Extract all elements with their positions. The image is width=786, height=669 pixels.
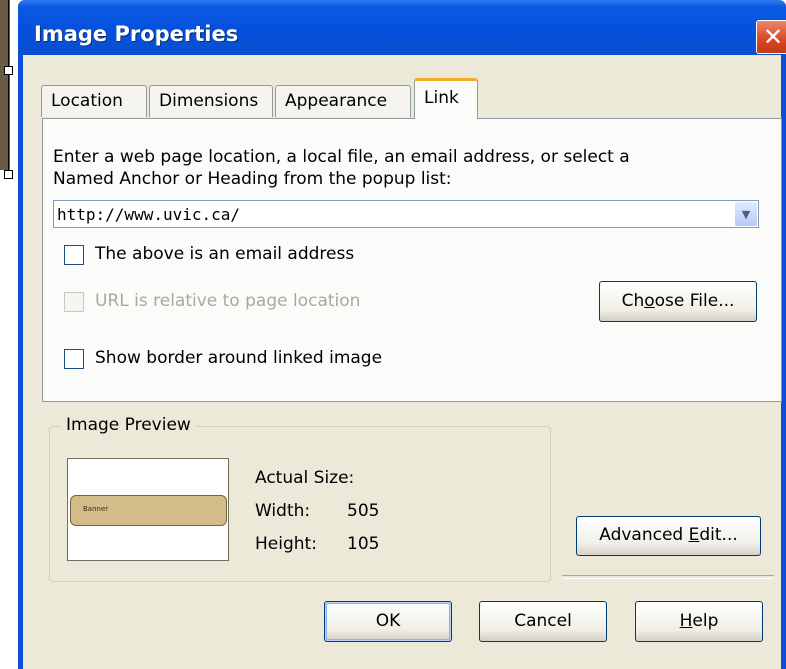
- document-background: [0, 0, 20, 669]
- show-border-label[interactable]: Show border around linked image: [95, 348, 382, 368]
- choose-file-mnemonic: o: [644, 291, 655, 311]
- advanced-edit-label-prefix: Advanced: [599, 525, 689, 545]
- url-relative-checkbox: [64, 292, 84, 312]
- selection-outline: [8, 0, 9, 175]
- link-url-combobox[interactable]: http://www.uvic.ca/ ▼: [53, 200, 759, 228]
- dialog-title: Image Properties: [34, 22, 239, 46]
- dialog-body: Location Dimensions Appearance Link Ente…: [23, 55, 782, 669]
- instruction-text-line2: Named Anchor or Heading from the popup l…: [53, 169, 452, 189]
- tab-location[interactable]: Location: [41, 85, 147, 117]
- tab-appearance[interactable]: Appearance: [275, 85, 411, 117]
- show-border-checkbox[interactable]: [64, 349, 84, 369]
- close-icon[interactable]: ✕: [757, 21, 786, 53]
- advanced-edit-mnemonic: E: [688, 525, 700, 545]
- email-address-label[interactable]: The above is an email address: [95, 244, 354, 264]
- choose-file-button[interactable]: Choose File...: [599, 281, 757, 322]
- close-button[interactable]: ✕: [756, 20, 786, 54]
- url-dropdown-button[interactable]: ▼: [735, 202, 757, 226]
- width-value: 505: [347, 501, 380, 521]
- separator: [562, 575, 774, 579]
- advanced-edit-label-suffix: dit...: [699, 525, 738, 545]
- dropdown-arrow-icon: ▼: [741, 207, 751, 221]
- instruction-text-line1: Enter a web page location, a local file,…: [53, 147, 630, 167]
- image-preview-label: Image Preview: [61, 415, 196, 435]
- tab-link[interactable]: Link: [414, 78, 478, 119]
- height-label: Height:: [255, 534, 317, 554]
- choose-file-label-prefix: Ch: [621, 291, 645, 311]
- choose-file-label-suffix: ose File...: [654, 291, 735, 311]
- actual-size-label: Actual Size:: [255, 468, 355, 488]
- help-button[interactable]: Help: [635, 601, 763, 642]
- help-mnemonic: H: [679, 611, 693, 631]
- ok-button[interactable]: OK: [324, 601, 452, 642]
- preview-image-text: Banner: [83, 505, 109, 513]
- advanced-edit-button[interactable]: Advanced Edit...: [576, 516, 761, 556]
- image-properties-dialog: Image Properties ✕ Location Dimensions A…: [18, 0, 786, 669]
- image-preview-thumbnail: Banner: [70, 495, 227, 526]
- resize-handle[interactable]: [4, 170, 13, 179]
- help-label-suffix: elp: [692, 611, 719, 631]
- cancel-button[interactable]: Cancel: [479, 601, 607, 642]
- width-label: Width:: [255, 501, 311, 521]
- resize-handle[interactable]: [4, 66, 13, 75]
- title-bar[interactable]: Image Properties ✕: [18, 0, 786, 55]
- height-value: 105: [347, 534, 380, 554]
- image-preview-frame: Banner: [67, 458, 229, 561]
- tab-dimensions[interactable]: Dimensions: [149, 85, 273, 117]
- email-address-checkbox[interactable]: [64, 245, 84, 265]
- url-relative-label: URL is relative to page location: [95, 291, 361, 311]
- link-url-input[interactable]: http://www.uvic.ca/: [57, 205, 240, 224]
